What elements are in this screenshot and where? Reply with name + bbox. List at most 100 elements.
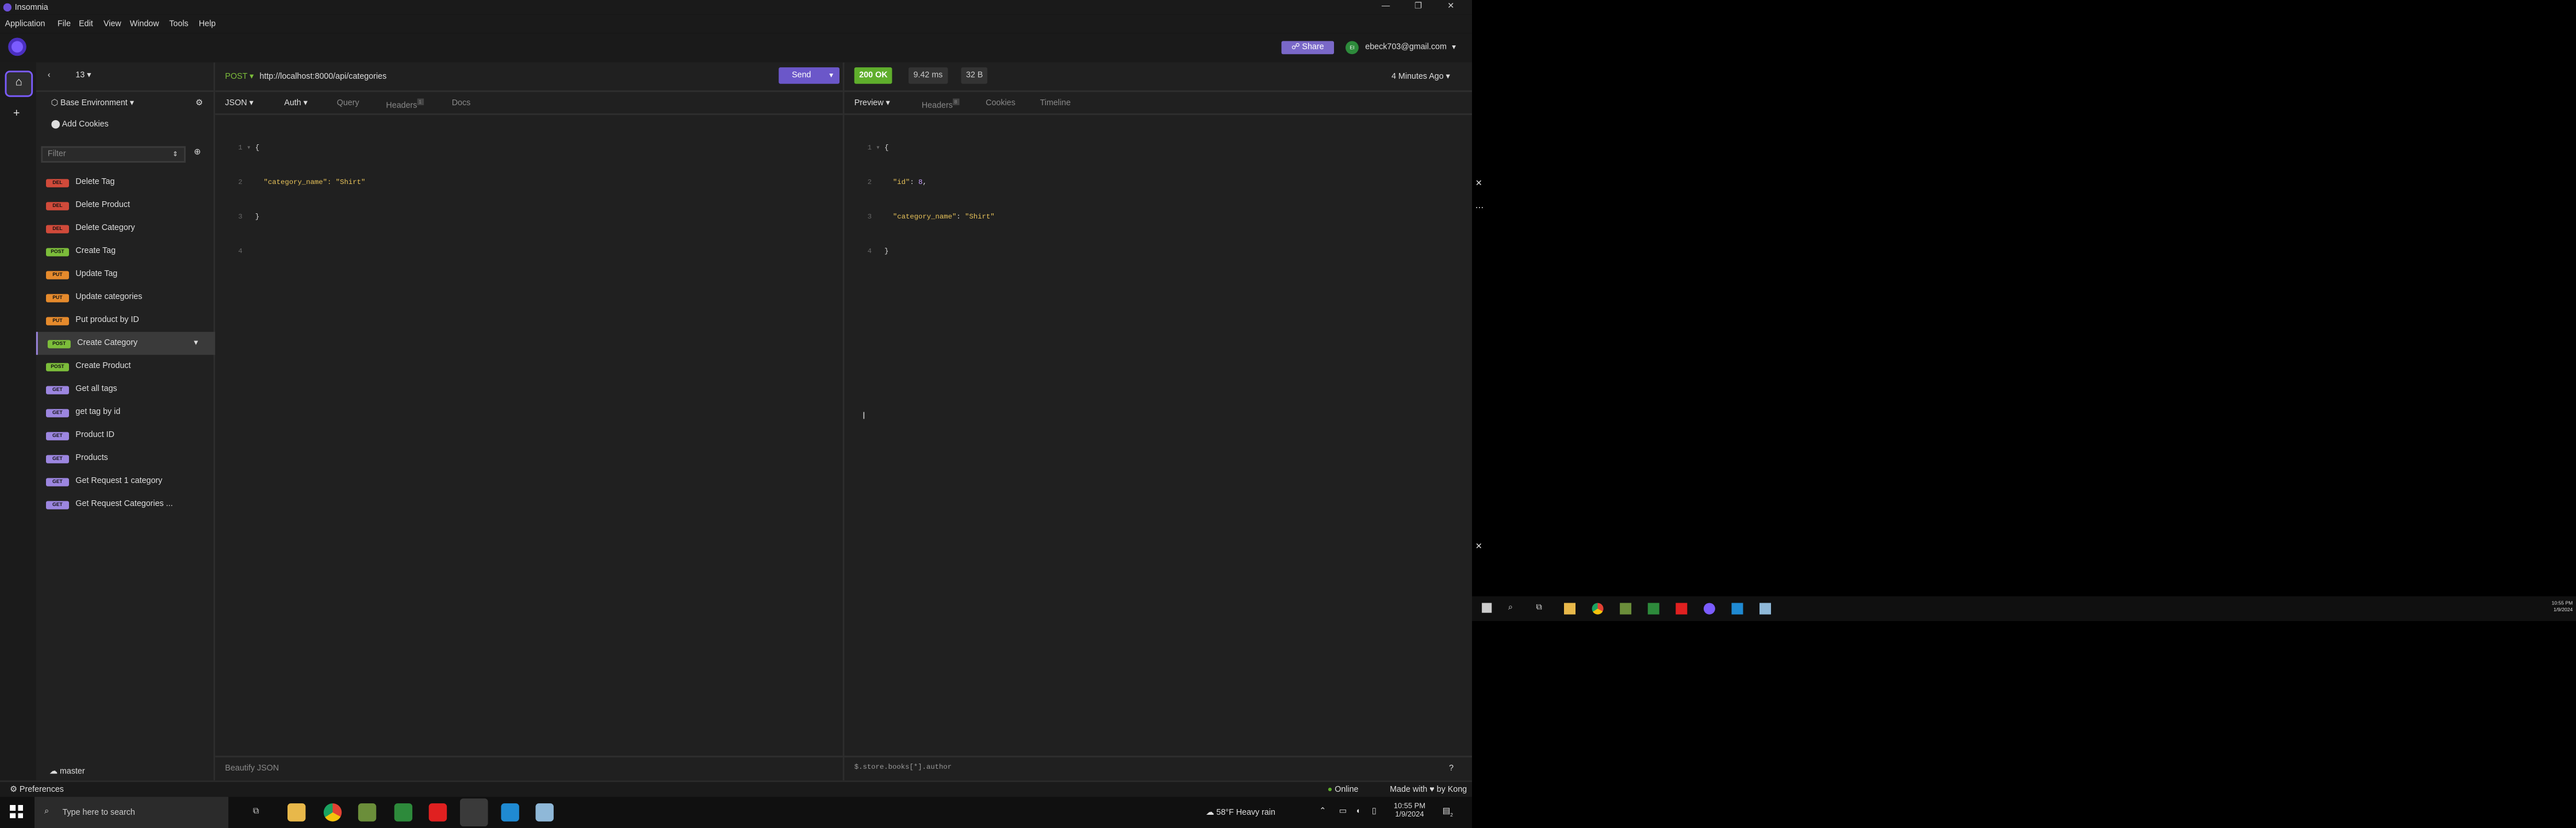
sidebar-request-item[interactable]: PUT Put product by ID: [36, 309, 214, 332]
task-view-icon[interactable]: ⧉: [253, 807, 259, 816]
insomnia-logo-icon[interactable]: [8, 37, 26, 56]
youtube-icon[interactable]: [428, 803, 447, 822]
sidebar-request-item[interactable]: PUT Update categories: [36, 286, 214, 309]
menu-application[interactable]: Application: [5, 20, 45, 29]
sort-icon[interactable]: ⇕: [172, 150, 178, 158]
menu-edit[interactable]: Edit: [79, 20, 93, 29]
youtube-icon[interactable]: [1676, 603, 1688, 615]
response-value: "Shirt": [965, 213, 995, 222]
share-button[interactable]: ☍ Share: [1281, 41, 1334, 55]
file-explorer-icon[interactable]: [288, 803, 306, 822]
add-icon[interactable]: +: [13, 109, 20, 120]
tab-body[interactable]: JSON ▾: [225, 98, 253, 108]
menu-window[interactable]: Window: [130, 20, 159, 29]
send-button[interactable]: Send ▼: [779, 67, 839, 84]
sidebar-request-label: Update categories: [75, 292, 143, 302]
minecraft-icon[interactable]: [1620, 603, 1632, 615]
sidebar-request-item[interactable]: PUT Update Tag: [36, 263, 214, 286]
menu-help[interactable]: Help: [199, 20, 216, 29]
request-body-editor[interactable]: 1 ▾ { 2 "category_name": "Shirt" 3 } 4: [238, 120, 365, 281]
sidebar-request-item[interactable]: DEL Delete Product: [36, 194, 214, 217]
filter-field[interactable]: Filter ⇕: [41, 146, 186, 163]
sidebar-request-item[interactable]: GET Products: [36, 447, 214, 470]
sidebar-request-item[interactable]: GET Get Request 1 category: [36, 470, 214, 493]
menu-file[interactable]: File: [57, 20, 71, 29]
search-icon[interactable]: ⌕: [1508, 603, 1513, 613]
add-request-icon[interactable]: ⊕: [194, 148, 201, 158]
history-dropdown[interactable]: 4 Minutes Ago ▾: [1392, 72, 1450, 82]
clock[interactable]: 10:55 PM 1/9/2024: [1390, 802, 1429, 818]
minecraft-icon[interactable]: [358, 803, 377, 822]
tab-headers[interactable]: Headers 1: [386, 98, 423, 111]
method-selector[interactable]: POST ▾: [225, 72, 254, 82]
avatar[interactable]: EI: [1346, 41, 1359, 55]
sidebar-request-item[interactable]: DEL Delete Tag: [36, 171, 214, 194]
tray-chevron-icon[interactable]: ⌃: [1319, 807, 1326, 816]
close-icon[interactable]: ✕: [1475, 542, 1482, 552]
help-icon[interactable]: ?: [1449, 764, 1454, 774]
xbox-icon[interactable]: [394, 803, 413, 822]
close-icon[interactable]: ✕: [1475, 179, 1482, 189]
url-input[interactable]: http://localhost:8000/api/categories: [259, 72, 386, 82]
maximize-button[interactable]: ❐: [1414, 2, 1422, 12]
minimize-button[interactable]: —: [1382, 2, 1390, 12]
tab-preview[interactable]: Preview ▾: [854, 98, 890, 108]
chevron-down-icon[interactable]: ▾: [194, 339, 198, 348]
tab-cookies[interactable]: Cookies: [986, 98, 1015, 108]
sidebar-request-item[interactable]: POST Create Tag: [36, 240, 214, 263]
chevron-down-icon[interactable]: ▼: [828, 67, 834, 84]
notepad-icon[interactable]: [535, 803, 554, 822]
chevron-down-icon[interactable]: ▼: [1451, 43, 1457, 51]
sidebar-request-item[interactable]: GET Get Request Categories ...: [36, 493, 214, 516]
sidebar-request-item[interactable]: DEL Delete Category: [36, 217, 214, 240]
user-email[interactable]: ebeck703@gmail.com: [1365, 43, 1447, 52]
git-branch[interactable]: ☁ master: [49, 767, 85, 777]
menu-tools[interactable]: Tools: [169, 20, 188, 29]
volume-icon[interactable]: ◖: [1355, 807, 1360, 816]
add-cookies-button[interactable]: ⬤ Add Cookies: [51, 120, 109, 130]
windows-start-icon[interactable]: [10, 805, 23, 818]
sidebar-request-item[interactable]: GET Product ID: [36, 424, 214, 447]
xbox-icon[interactable]: [1647, 603, 1659, 615]
back-icon[interactable]: ‹: [48, 71, 51, 80]
windows-start-icon[interactable]: [1482, 603, 1492, 613]
preferences-button[interactable]: ⚙ Preferences: [10, 785, 64, 795]
environment-selector[interactable]: ⬡ Base Environment ▾: [51, 98, 134, 108]
tab-response-headers[interactable]: Headers 8: [922, 98, 959, 111]
close-window-button[interactable]: ✕: [1447, 2, 1454, 12]
more-icon[interactable]: ⋯: [1475, 204, 1483, 213]
sidebar-request-item[interactable]: POST Create Category ▾: [36, 332, 216, 355]
taskbar-search[interactable]: ⌕ Type here to search: [34, 796, 229, 828]
chrome-icon[interactable]: [323, 803, 342, 822]
chrome-icon[interactable]: [1592, 603, 1604, 615]
vscode-icon[interactable]: [1731, 603, 1743, 615]
sidebar-request-item[interactable]: GET Get all tags: [36, 378, 214, 401]
notification-icon[interactable]: ▤2: [1443, 807, 1453, 818]
response-filter-input[interactable]: $.store.books[*].author: [854, 764, 952, 772]
tab-auth[interactable]: Auth ▾: [284, 98, 308, 108]
sidebar-request-item[interactable]: POST Create Product: [36, 355, 214, 378]
network-icon[interactable]: ▭: [1339, 807, 1347, 816]
sidebar-request-label: Delete Tag: [75, 177, 115, 187]
vscode-icon[interactable]: [501, 803, 519, 822]
filter-placeholder: Filter: [47, 150, 66, 160]
tab-timeline[interactable]: Timeline: [1040, 98, 1071, 108]
weather-widget[interactable]: ☁ 58°F Heavy rain: [1206, 808, 1275, 818]
notepad-icon[interactable]: [1759, 603, 1771, 615]
menu-view[interactable]: View: [103, 20, 121, 29]
file-explorer-icon[interactable]: [1564, 603, 1575, 615]
environment-label: Base Environment: [60, 98, 128, 109]
insomnia-taskbar-icon[interactable]: [1703, 603, 1715, 615]
gear-icon[interactable]: ⚙: [195, 98, 203, 108]
home-button[interactable]: ⌂: [5, 70, 33, 97]
project-selector[interactable]: 13 ▾: [75, 71, 91, 80]
sidebar-request-label: Products: [75, 453, 108, 463]
window-titlebar: Insomnia — ❐ ✕: [0, 0, 1472, 15]
beautify-json-button[interactable]: Beautify JSON: [225, 764, 279, 774]
sidebar-request-item[interactable]: GET get tag by id: [36, 401, 214, 424]
tab-docs[interactable]: Docs: [452, 98, 471, 108]
battery-icon[interactable]: ▯: [1372, 807, 1377, 816]
insomnia-taskbar-icon[interactable]: [460, 798, 488, 827]
task-view-icon[interactable]: ⧉: [1536, 603, 1542, 613]
tab-query[interactable]: Query: [337, 98, 359, 108]
